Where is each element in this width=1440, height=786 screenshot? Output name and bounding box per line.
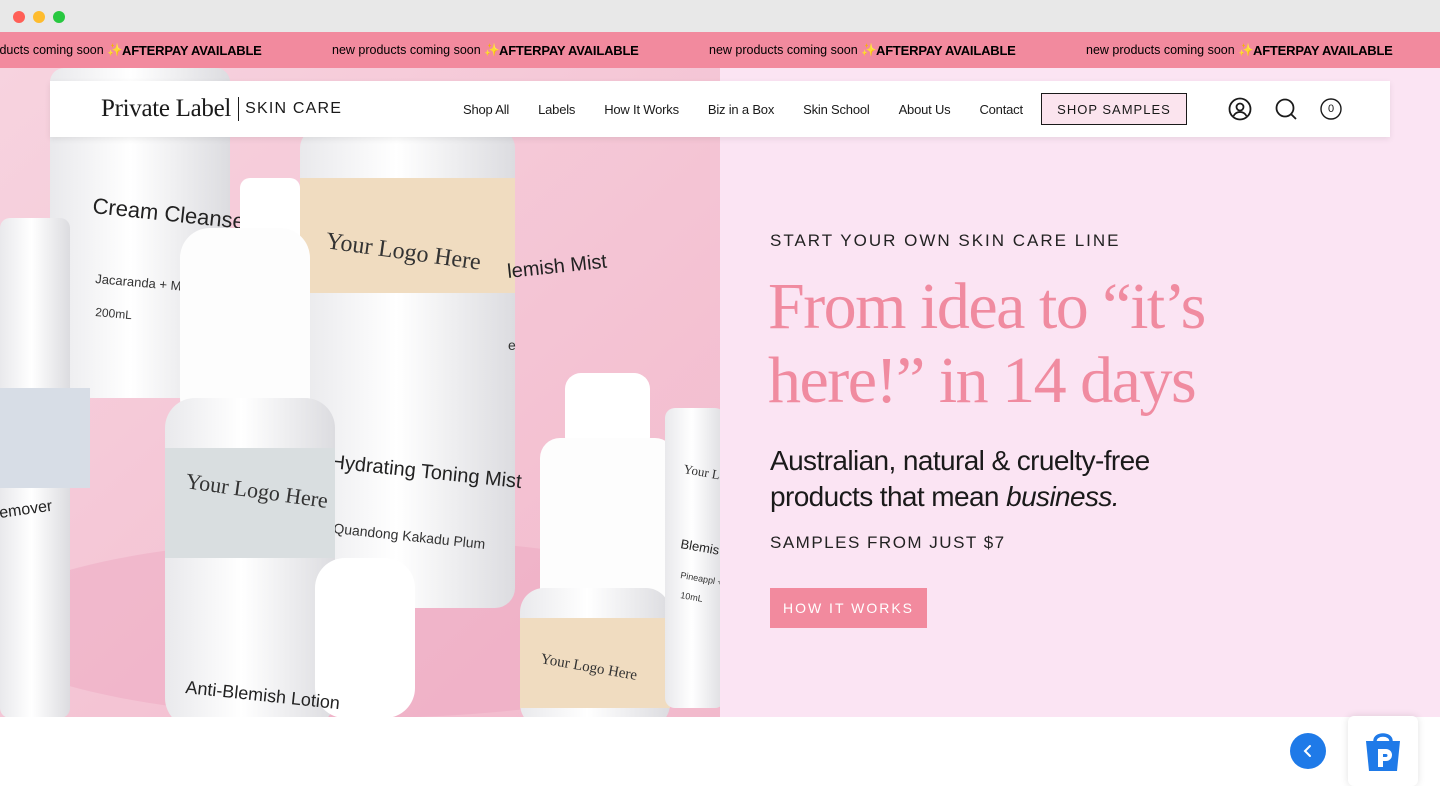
logo-main-text: Private Label xyxy=(101,95,232,122)
nav-about-us[interactable]: About Us xyxy=(899,102,951,117)
site-header: Private Label SKIN CARE Shop All Labels … xyxy=(50,81,1390,137)
nav-biz-in-a-box[interactable]: Biz in a Box xyxy=(708,102,774,117)
how-it-works-button[interactable]: HOW IT WORKS xyxy=(770,588,927,628)
marquee-item: new products coming soon ✨ xyxy=(1086,42,1254,57)
hero-eyebrow: START YOUR OWN SKIN CARE LINE xyxy=(770,231,1121,250)
account-icon[interactable] xyxy=(1228,97,1252,121)
marquee-item: AFTERPAY AVAILABLE xyxy=(499,42,639,58)
marquee-item: new products coming soon ✨ xyxy=(0,42,123,57)
nav-skin-school[interactable]: Skin School xyxy=(803,102,870,117)
hero-sub-italic: business. xyxy=(1006,481,1119,512)
marquee-item: AFTERPAY AVAILABLE xyxy=(876,42,1016,58)
chevron-left-icon xyxy=(1303,745,1311,757)
marquee-item: new products coming soon ✨ xyxy=(709,42,877,57)
cart-icon[interactable]: 0 xyxy=(1319,97,1343,121)
shop-app-widget[interactable] xyxy=(1348,716,1418,786)
close-window-button[interactable] xyxy=(13,11,25,23)
shopping-bag-icon xyxy=(1366,733,1400,771)
announcement-marquee: new products coming soon ✨AFTERPAY AVAIL… xyxy=(0,32,1440,68)
hero-product-image: Cream Cleanser Jacaranda + Mil 200mL You… xyxy=(0,68,720,717)
logo-divider xyxy=(238,97,240,121)
marquee-item: new products coming soon ✨ xyxy=(332,42,500,57)
hero-headline: From idea to “it’s here!” in 14 days xyxy=(768,270,1206,417)
search-icon[interactable] xyxy=(1274,97,1298,121)
cart-count: 0 xyxy=(1327,103,1335,115)
nav-how-it-works[interactable]: How It Works xyxy=(604,102,679,117)
marquee-item: AFTERPAY AVAILABLE xyxy=(1253,42,1393,58)
hero-subheadline: Australian, natural & cruelty-free produ… xyxy=(770,443,1210,515)
logo-sub-text: SKIN CARE xyxy=(245,100,343,117)
back-button[interactable] xyxy=(1290,733,1326,769)
shop-samples-button[interactable]: SHOP SAMPLES xyxy=(1041,93,1187,125)
product-label-text: e xyxy=(508,337,516,353)
samples-price-text: SAMPLES FROM JUST $7 xyxy=(770,533,1006,552)
nav-contact[interactable]: Contact xyxy=(979,102,1023,117)
browser-chrome xyxy=(0,0,1440,32)
nav-labels[interactable]: Labels xyxy=(538,102,575,117)
site-logo[interactable]: Private Label SKIN CARE xyxy=(101,95,342,123)
minimize-window-button[interactable] xyxy=(33,11,45,23)
maximize-window-button[interactable] xyxy=(53,11,65,23)
marquee-item: AFTERPAY AVAILABLE xyxy=(122,42,262,58)
nav-shop-all[interactable]: Shop All xyxy=(463,102,509,117)
main-nav: Shop All Labels How It Works Biz in a Bo… xyxy=(463,81,1052,137)
